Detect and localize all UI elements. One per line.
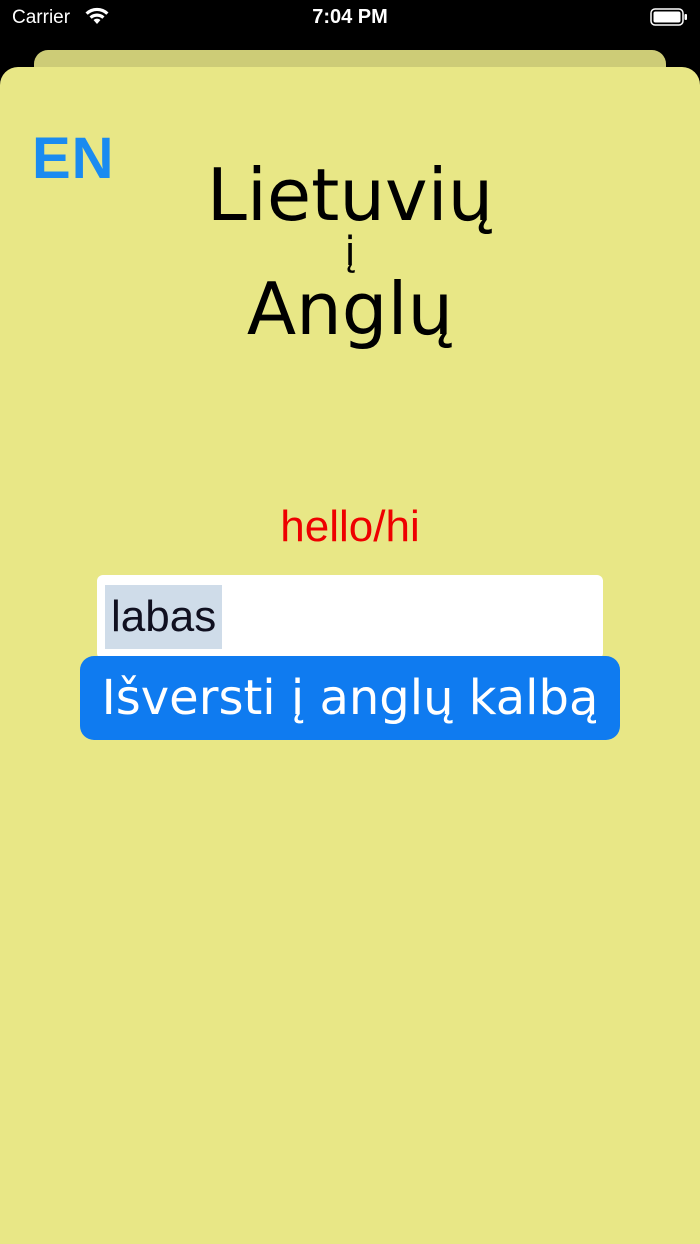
- clock: 7:04 PM: [312, 6, 388, 28]
- translate-button[interactable]: Išversti į anglų kalbą: [80, 656, 620, 740]
- app-screen: Carrier 7:04 PM EN Lietuvių į Anglų hell…: [0, 0, 700, 1244]
- page-title: Lietuvių į Anglų: [0, 153, 700, 351]
- status-bar: Carrier 7:04 PM: [0, 0, 700, 36]
- battery-icon: [650, 8, 687, 26]
- translation-result: hello/hi: [280, 502, 420, 551]
- word-input-value[interactable]: labas: [105, 585, 223, 649]
- translator-sheet: EN Lietuvių į Anglų hello/hi labas Išver…: [0, 67, 700, 1244]
- title-connector: į: [344, 229, 356, 275]
- word-input-field[interactable]: labas: [97, 575, 603, 659]
- title-source-language: Lietuvių: [206, 153, 494, 237]
- title-target-language: Anglų: [246, 267, 454, 351]
